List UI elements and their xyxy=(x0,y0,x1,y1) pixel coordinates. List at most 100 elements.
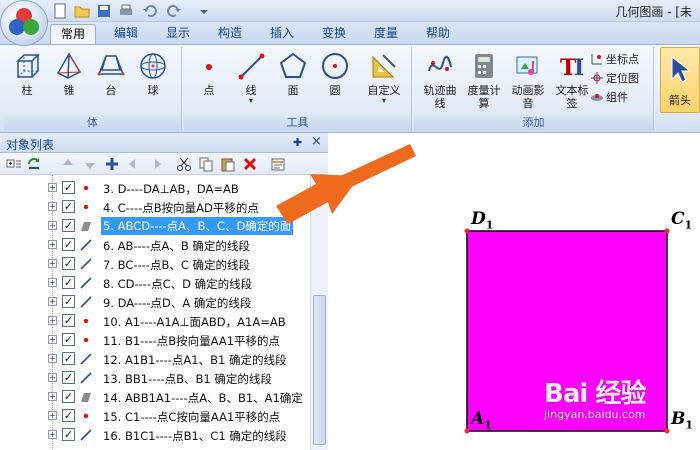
expand-toggle-icon[interactable]: + xyxy=(48,392,57,401)
locate-graph-button[interactable]: 定位图 xyxy=(590,70,639,88)
vertex-point-a1[interactable] xyxy=(464,428,470,434)
visibility-checkbox[interactable]: ✓ xyxy=(62,257,75,270)
prism-button[interactable]: 柱 xyxy=(10,51,44,97)
pyramid-button[interactable]: 锥 xyxy=(52,51,86,97)
expand-toggle-icon[interactable]: + xyxy=(48,335,57,344)
expand-toggle-icon[interactable]: + xyxy=(48,259,57,268)
tab-measure[interactable]: 度量 xyxy=(364,24,408,44)
visibility-checkbox[interactable]: ✓ xyxy=(62,181,75,194)
tree-row[interactable]: + ✓ 8. CD----点C、D 确定的线段 xyxy=(0,274,310,293)
quick-access-dropdown-icon[interactable] xyxy=(196,3,212,19)
face-tool-button[interactable]: 面 xyxy=(276,51,310,97)
tree-row[interactable]: + ✓ 5. ABCD----点A、B、C、D确定的面 xyxy=(0,217,310,236)
tree-row[interactable]: + ✓ 12. A1B1----点A1、B1 确定的线段 xyxy=(0,350,310,369)
select-arrow-button[interactable]: 箭头 xyxy=(660,47,700,113)
visibility-checkbox[interactable]: ✓ xyxy=(62,333,75,346)
tab-view[interactable]: 显示 xyxy=(156,24,200,44)
refresh-tree-icon[interactable] xyxy=(26,156,42,172)
point-tool-button[interactable]: 点 xyxy=(192,51,226,97)
segment-icon xyxy=(79,295,93,309)
print-icon[interactable] xyxy=(118,3,134,19)
save-icon[interactable] xyxy=(96,3,112,19)
visibility-checkbox[interactable]: ✓ xyxy=(62,390,75,403)
locus-curve-button[interactable]: 轨迹曲线 xyxy=(420,51,460,110)
cut-icon[interactable] xyxy=(176,156,192,172)
vertex-point-d1[interactable] xyxy=(464,228,470,234)
line-tool-button[interactable]: 线 ▾ xyxy=(234,51,268,105)
tree-row[interactable]: + ✓ 11. B1----点B按向量AA1平移的点 xyxy=(0,331,310,350)
tree-row[interactable]: + ✓ 7. BC----点B、C 确定的线段 xyxy=(0,255,310,274)
visibility-checkbox[interactable]: ✓ xyxy=(62,219,75,232)
visibility-checkbox[interactable]: ✓ xyxy=(62,314,75,327)
measure-calc-button[interactable]: 度量计算 xyxy=(464,51,504,110)
animation-media-button[interactable]: 动画影音 xyxy=(508,51,548,110)
expand-toggle-icon[interactable]: + xyxy=(48,240,57,249)
add-object-icon[interactable] xyxy=(104,156,120,172)
app-menu-button[interactable] xyxy=(0,0,48,46)
line-tool-dropdown-icon[interactable]: ▾ xyxy=(234,97,268,105)
coordinate-point-button[interactable]: 坐标点 xyxy=(590,51,639,69)
expand-toggle-icon[interactable]: + xyxy=(48,278,57,287)
expand-toggle-icon[interactable]: + xyxy=(48,202,57,211)
ribbon-group-solid: 柱 锥 台 球 体 xyxy=(4,47,182,131)
custom-tool-button[interactable]: 自定义 ▾ xyxy=(364,51,404,105)
expand-toggle-icon[interactable]: + xyxy=(48,411,57,420)
sphere-button[interactable]: 球 xyxy=(136,51,170,97)
visibility-checkbox[interactable]: ✓ xyxy=(62,352,75,365)
component-button[interactable]: 组件 xyxy=(590,89,628,107)
expand-toggle-icon[interactable]: + xyxy=(48,221,57,230)
visibility-checkbox[interactable]: ✓ xyxy=(62,409,75,422)
expand-toggle-icon[interactable]: + xyxy=(48,373,57,382)
copy-icon[interactable] xyxy=(198,156,214,172)
tab-insert[interactable]: 插入 xyxy=(260,24,304,44)
segment-icon xyxy=(79,371,93,385)
move-down-icon[interactable] xyxy=(82,156,98,172)
move-up-icon[interactable] xyxy=(60,156,76,172)
paste-icon[interactable] xyxy=(220,156,236,172)
tab-edit[interactable]: 编辑 xyxy=(104,24,148,44)
tree-row[interactable]: + ✓ 16. B1C1----点B1、C1 确定的线段 xyxy=(0,426,310,445)
visibility-checkbox[interactable]: ✓ xyxy=(62,238,75,251)
expand-toggle-icon[interactable]: + xyxy=(48,354,57,363)
expand-toggle-icon[interactable]: + xyxy=(48,316,57,325)
locate-graph-label: 定位图 xyxy=(606,72,639,85)
tree-row[interactable]: + ✓ 14. ABB1A1----点A、B、B1、A1确定 xyxy=(0,388,310,407)
tab-common[interactable]: 常用 xyxy=(50,24,96,44)
visibility-checkbox[interactable]: ✓ xyxy=(62,371,75,384)
tree-row[interactable]: + ✓ 3. D----DA⊥AB，DA=AB xyxy=(0,179,310,198)
new-file-icon[interactable] xyxy=(52,3,68,19)
tree-row[interactable]: + ✓ 9. DA----点D、A 确定的线段 xyxy=(0,293,310,312)
circle-tool-button[interactable]: 圆 xyxy=(318,51,352,97)
tree-scrollbar-thumb[interactable] xyxy=(313,295,326,445)
baidu-watermark: Bai 经验 jingyan.baidu.com xyxy=(544,373,646,421)
tree-row[interactable]: + ✓ 10. A1----A1A⊥面ABD，A1A=AB xyxy=(0,312,310,331)
tree-row[interactable]: + ✓ 6. AB----点A、B 确定的线段 xyxy=(0,236,310,255)
expand-toggle-icon[interactable]: + xyxy=(48,183,57,192)
expand-all-icon[interactable] xyxy=(6,156,22,172)
custom-tool-dropdown-icon[interactable]: ▾ xyxy=(364,97,404,105)
visibility-checkbox[interactable]: ✓ xyxy=(62,200,75,213)
text-label-button[interactable]: T I 文本标签 xyxy=(552,51,592,110)
expand-toggle-icon[interactable]: + xyxy=(48,430,57,439)
tree-row[interactable]: + ✓ 15. C1----点C按向量AA1平移的点 xyxy=(0,407,310,426)
tree-row[interactable]: + ✓ 4. C----点B按向量AD平移的点 xyxy=(0,198,310,217)
segment-icon xyxy=(79,352,93,366)
window-title: 几何图画 - [未 xyxy=(615,5,692,19)
undo-icon[interactable] xyxy=(142,3,158,19)
tab-help[interactable]: 帮助 xyxy=(416,24,460,44)
redo-icon[interactable] xyxy=(166,3,182,19)
expand-toggle-icon[interactable]: + xyxy=(48,297,57,306)
visibility-checkbox[interactable]: ✓ xyxy=(62,276,75,289)
move-right-icon[interactable] xyxy=(148,156,164,172)
move-left-icon[interactable] xyxy=(126,156,142,172)
open-folder-icon[interactable] xyxy=(74,3,90,19)
tab-construct[interactable]: 构造 xyxy=(208,24,252,44)
vertex-point-c1[interactable] xyxy=(664,228,670,234)
vertex-point-b1[interactable] xyxy=(664,428,670,434)
tree-row[interactable]: + ✓ 13. BB1----点B、B1 确定的线段 xyxy=(0,369,310,388)
visibility-checkbox[interactable]: ✓ xyxy=(62,295,75,308)
visibility-checkbox[interactable]: ✓ xyxy=(62,428,75,441)
delete-icon[interactable] xyxy=(242,156,258,172)
tab-transform[interactable]: 变换 xyxy=(312,24,356,44)
frustum-button[interactable]: 台 xyxy=(94,51,128,97)
